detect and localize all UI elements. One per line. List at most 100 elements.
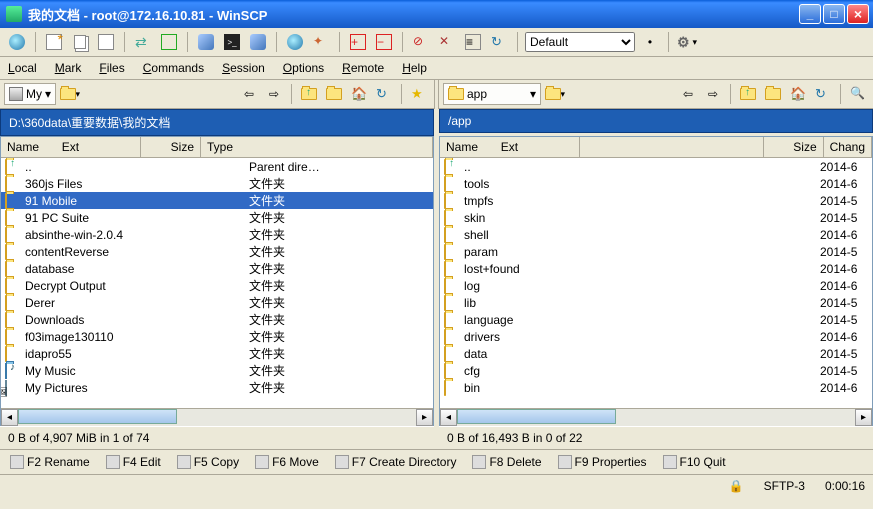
local-root[interactable]: [323, 83, 345, 105]
local-back[interactable]: ⇦: [238, 83, 260, 105]
new-button[interactable]: [43, 31, 65, 53]
fn-f2-button[interactable]: F2 Rename: [6, 453, 94, 471]
fn-f7-button[interactable]: F7 Create Directory: [331, 453, 461, 471]
remove-mark-button[interactable]: −: [373, 31, 395, 53]
local-star[interactable]: ★: [408, 83, 430, 105]
table-row[interactable]: Downloads文件夹: [1, 311, 433, 328]
local-bookmark-open[interactable]: ▾: [59, 83, 81, 105]
table-row[interactable]: tools2014-6: [440, 175, 872, 192]
fn-f9-button[interactable]: F9 Properties: [554, 453, 651, 471]
add-mark-button[interactable]: +: [347, 31, 369, 53]
table-row[interactable]: param2014-5: [440, 243, 872, 260]
table-row[interactable]: 360js Files文件夹: [1, 175, 433, 192]
remote-bookmark-open[interactable]: ▾: [544, 83, 566, 105]
remote-root[interactable]: [762, 83, 784, 105]
menu-local[interactable]: Local: [4, 59, 41, 77]
table-row[interactable]: skin2014-5: [440, 209, 872, 226]
copy-button[interactable]: [69, 31, 91, 53]
scroll-thumb[interactable]: [457, 409, 616, 424]
table-row[interactable]: tmpfs2014-5: [440, 192, 872, 209]
table-row[interactable]: My Pictures文件夹: [1, 379, 433, 396]
cancel-button[interactable]: ✕: [436, 31, 458, 53]
local-disk-dropdown[interactable]: My▾: [4, 83, 56, 105]
remote-hscroll[interactable]: ◂ ▸: [440, 408, 872, 425]
remote-home[interactable]: 🏠: [787, 83, 809, 105]
paste-button[interactable]: [95, 31, 117, 53]
console-button[interactable]: >_: [221, 31, 243, 53]
stop-button[interactable]: ⊘: [410, 31, 432, 53]
local-hscroll[interactable]: ◂ ▸: [1, 408, 433, 425]
table-row[interactable]: drivers2014-6: [440, 328, 872, 345]
local-fwd[interactable]: ⇨: [263, 83, 285, 105]
maximize-button[interactable]: □: [823, 4, 845, 24]
table-row[interactable]: bin2014-6: [440, 379, 872, 396]
fn-f8-button[interactable]: F8 Delete: [468, 453, 545, 471]
table-row[interactable]: lib2014-5: [440, 294, 872, 311]
remote-up[interactable]: [737, 83, 759, 105]
table-row[interactable]: log2014-6: [440, 277, 872, 294]
local-home[interactable]: 🏠: [348, 83, 370, 105]
scroll-right-button[interactable]: ▸: [416, 409, 433, 426]
scroll-thumb[interactable]: [18, 409, 177, 424]
tool5-button[interactable]: ✦: [310, 31, 332, 53]
menu-commands[interactable]: Commands: [139, 59, 208, 77]
table-row[interactable]: contentReverse文件夹: [1, 243, 433, 260]
tool1-button[interactable]: [195, 31, 217, 53]
fn-icon: [472, 455, 486, 469]
menu-files[interactable]: Files: [95, 59, 128, 77]
table-row[interactable]: lost+found2014-6: [440, 260, 872, 277]
close-button[interactable]: ×: [847, 4, 869, 24]
table-row[interactable]: database文件夹: [1, 260, 433, 277]
menu-mark[interactable]: Mark: [51, 59, 86, 77]
table-row[interactable]: Decrypt Output文件夹: [1, 277, 433, 294]
remote-dir-dropdown[interactable]: app▾: [443, 83, 541, 105]
remote-find[interactable]: 🔍: [847, 83, 869, 105]
fn-f6-button[interactable]: F6 Move: [251, 453, 323, 471]
table-row[interactable]: language2014-5: [440, 311, 872, 328]
menu-help[interactable]: Help: [398, 59, 431, 77]
scroll-left-button[interactable]: ◂: [440, 409, 457, 426]
remote-refresh[interactable]: ↻: [812, 83, 834, 105]
table-row[interactable]: cfg2014-5: [440, 362, 872, 379]
remote-file-list[interactable]: ..2014-6tools2014-6tmpfs2014-5skin2014-5…: [440, 158, 872, 408]
fn-f5-button[interactable]: F5 Copy: [173, 453, 243, 471]
table-row[interactable]: absinthe-win-2.0.4文件夹: [1, 226, 433, 243]
reload-button[interactable]: ↻: [488, 31, 510, 53]
fn-f10-button[interactable]: F10 Quit: [659, 453, 730, 471]
queue-button[interactable]: ≡: [462, 31, 484, 53]
table-row[interactable]: shell2014-6: [440, 226, 872, 243]
local-column-headers[interactable]: Name Ext Size Type: [1, 137, 433, 158]
scroll-left-button[interactable]: ◂: [1, 409, 18, 426]
table-row[interactable]: data2014-5: [440, 345, 872, 362]
table-row[interactable]: Derer文件夹: [1, 294, 433, 311]
table-row[interactable]: 91 PC Suite文件夹: [1, 209, 433, 226]
session-button[interactable]: [6, 31, 28, 53]
compare-button[interactable]: [158, 31, 180, 53]
menu-session[interactable]: Session: [218, 59, 269, 77]
minimize-button[interactable]: _: [799, 4, 821, 24]
menu-remote[interactable]: Remote: [338, 59, 388, 77]
profile-dropdown[interactable]: Default: [525, 32, 635, 52]
table-row[interactable]: 91 Mobile文件夹: [1, 192, 433, 209]
remote-path-bar[interactable]: /app: [439, 109, 873, 133]
prefs-button[interactable]: [284, 31, 306, 53]
remote-column-headers[interactable]: Name Ext Size Chang: [440, 137, 872, 158]
local-up[interactable]: [298, 83, 320, 105]
menu-options[interactable]: Options: [279, 59, 328, 77]
profile-go[interactable]: •: [639, 31, 661, 53]
local-path-bar[interactable]: D:\360data\重要数据\我的文档: [0, 109, 434, 136]
table-row[interactable]: ..2014-6: [440, 158, 872, 175]
table-row[interactable]: My Music文件夹: [1, 362, 433, 379]
local-file-list[interactable]: ..Parent dire…360js Files文件夹91 Mobile文件夹…: [1, 158, 433, 408]
remote-fwd[interactable]: ⇨: [702, 83, 724, 105]
local-refresh[interactable]: ↻: [373, 83, 395, 105]
tool3-button[interactable]: [247, 31, 269, 53]
fn-f4-button[interactable]: F4 Edit: [102, 453, 165, 471]
scroll-right-button[interactable]: ▸: [855, 409, 872, 426]
table-row[interactable]: f03image130110文件夹: [1, 328, 433, 345]
table-row[interactable]: ..Parent dire…: [1, 158, 433, 175]
sync-button[interactable]: ⇄: [132, 31, 154, 53]
table-row[interactable]: idapro55文件夹: [1, 345, 433, 362]
remote-back[interactable]: ⇦: [677, 83, 699, 105]
settings-button[interactable]: ⚙▾: [676, 31, 698, 53]
